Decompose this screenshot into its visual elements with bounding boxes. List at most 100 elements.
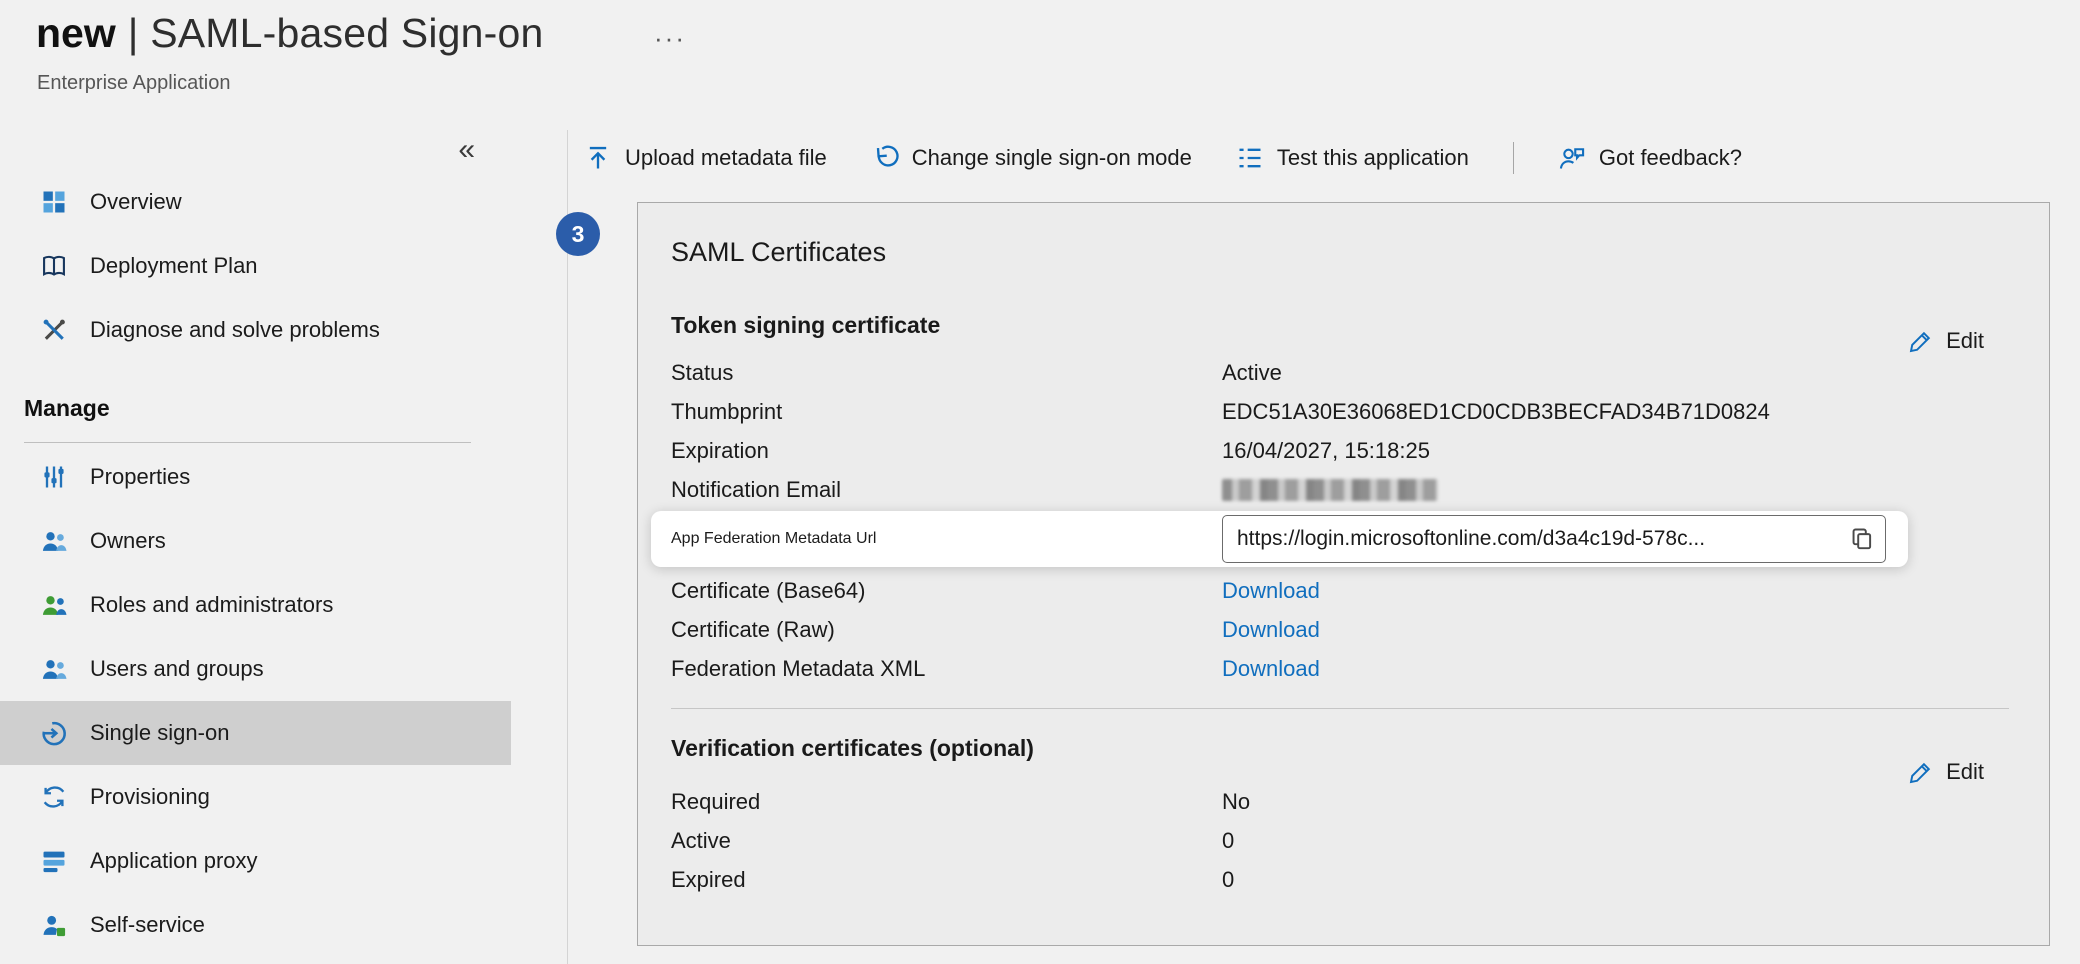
- sidebar-section-manage: Manage: [0, 362, 511, 436]
- sidebar-collapse-row: «: [0, 130, 511, 170]
- card-title: SAML Certificates: [671, 237, 2009, 268]
- download-metadata-xml-link[interactable]: Download: [1222, 656, 1320, 682]
- section-title: Token signing certificate: [671, 312, 2009, 339]
- sidebar-item-users-groups[interactable]: Users and groups: [0, 637, 511, 701]
- users-groups-icon: [40, 655, 68, 683]
- edit-label: Edit: [1946, 759, 1984, 785]
- row-value: No: [1222, 789, 1250, 815]
- sidebar: « Overview Deployment Plan Diagnose and …: [0, 130, 511, 964]
- row-label: App Federation Metadata Url: [671, 530, 1222, 548]
- edit-token-certificate-button[interactable]: Edit: [1908, 328, 1984, 354]
- sidebar-item-self-service[interactable]: Self-service: [0, 893, 511, 957]
- sidebar-item-deployment-plan[interactable]: Deployment Plan: [0, 234, 511, 298]
- toolbar-item-label: Got feedback?: [1599, 145, 1742, 171]
- table-row-active: Active 0: [671, 821, 2009, 860]
- row-label: Thumbprint: [671, 399, 1222, 425]
- copy-icon[interactable]: [1849, 526, 1875, 552]
- change-sso-mode-button[interactable]: Change single sign-on mode: [871, 144, 1192, 172]
- row-label: Expiration: [671, 438, 1222, 464]
- deployment-plan-icon: [40, 252, 68, 280]
- sidebar-item-overview[interactable]: Overview: [0, 170, 511, 234]
- pencil-icon: [1908, 328, 1934, 354]
- row-value: 16/04/2027, 15:18:25: [1222, 438, 1430, 464]
- undo-icon: [871, 144, 899, 172]
- table-row-notification-email: Notification Email: [671, 470, 2009, 509]
- checklist-icon: [1236, 144, 1264, 172]
- sidebar-item-label: Users and groups: [90, 656, 264, 682]
- sidebar-collapse-button[interactable]: «: [452, 134, 481, 166]
- diagnose-icon: [40, 316, 68, 344]
- sidebar-item-label: Overview: [90, 189, 182, 215]
- row-value: EDC51A30E36068ED1CD0CDB3BECFAD34B71D0824: [1222, 399, 1770, 425]
- test-application-button[interactable]: Test this application: [1236, 144, 1469, 172]
- row-label: Certificate (Base64): [671, 578, 1222, 604]
- row-label: Status: [671, 360, 1222, 386]
- overview-icon: [40, 188, 68, 216]
- row-label: Notification Email: [671, 477, 1222, 503]
- toolbar-divider: [1513, 142, 1514, 174]
- sidebar-item-label: Provisioning: [90, 784, 210, 810]
- sidebar-item-owners[interactable]: Owners: [0, 509, 511, 573]
- token-signing-certificate-section: Token signing certificate Edit Status Ac…: [671, 312, 2009, 688]
- sidebar-item-label: Deployment Plan: [90, 253, 258, 279]
- sidebar-item-label: Diagnose and solve problems: [90, 317, 380, 343]
- edit-label: Edit: [1946, 328, 1984, 354]
- sidebar-item-roles-administrators[interactable]: Roles and administrators: [0, 573, 511, 637]
- toolbar-item-label: Test this application: [1277, 145, 1469, 171]
- owners-icon: [40, 527, 68, 555]
- sidebar-item-label: Application proxy: [90, 848, 258, 874]
- page-subtitle: Enterprise Application: [37, 72, 230, 95]
- row-label: Certificate (Raw): [671, 617, 1222, 643]
- download-raw-link[interactable]: Download: [1222, 617, 1320, 643]
- page-header: new | SAML-based Sign-on ··· Enterprise …: [0, 0, 2080, 130]
- application-proxy-icon: [40, 847, 68, 875]
- sidebar-item-provisioning[interactable]: Provisioning: [0, 765, 511, 829]
- blade-title: | SAML-based Sign-on: [128, 10, 544, 57]
- sidebar-item-properties[interactable]: Properties: [0, 445, 511, 509]
- row-label: Required: [671, 789, 1222, 815]
- table-row-thumbprint: Thumbprint EDC51A30E36068ED1CD0CDB3BECFA…: [671, 392, 2009, 431]
- row-value: 0: [1222, 867, 1234, 893]
- table-row-certificate-raw: Certificate (Raw) Download: [671, 610, 2009, 649]
- metadata-url-value: https://login.microsoftonline.com/d3a4c1…: [1237, 527, 1839, 551]
- table-row-certificate-base64: Certificate (Base64) Download: [671, 571, 2009, 610]
- row-value: 0: [1222, 828, 1234, 854]
- page-title: new | SAML-based Sign-on: [36, 10, 544, 57]
- table-row-federation-metadata-xml: Federation Metadata XML Download: [671, 649, 2009, 688]
- toolbar-item-label: Upload metadata file: [625, 145, 827, 171]
- single-sign-on-icon: [40, 719, 68, 747]
- got-feedback-button[interactable]: Got feedback?: [1558, 144, 1742, 172]
- step-number-badge: 3: [556, 212, 600, 256]
- upload-metadata-file-button[interactable]: Upload metadata file: [584, 144, 827, 172]
- row-label: Expired: [671, 867, 1222, 893]
- redacted-email-value: [1222, 479, 1438, 501]
- sidebar-item-diagnose[interactable]: Diagnose and solve problems: [0, 298, 511, 362]
- sidebar-content-divider: [567, 130, 568, 964]
- verification-certificates-section: Verification certificates (optional) Edi…: [671, 708, 2009, 899]
- sidebar-item-application-proxy[interactable]: Application proxy: [0, 829, 511, 893]
- row-value: Active: [1222, 360, 1282, 386]
- header-overflow-menu-button[interactable]: ···: [648, 22, 692, 55]
- edit-verification-certificates-button[interactable]: Edit: [1908, 759, 1984, 785]
- table-row-status: Status Active: [671, 353, 2009, 392]
- sidebar-item-label: Owners: [90, 528, 166, 554]
- table-row-expired: Expired 0: [671, 860, 2009, 899]
- download-base64-link[interactable]: Download: [1222, 578, 1320, 604]
- feedback-icon: [1558, 144, 1586, 172]
- pencil-icon: [1908, 759, 1934, 785]
- section-title: Verification certificates (optional): [671, 735, 2009, 762]
- app-federation-metadata-url-input[interactable]: https://login.microsoftonline.com/d3a4c1…: [1222, 515, 1886, 563]
- roles-icon: [40, 591, 68, 619]
- command-bar: Upload metadata file Change single sign-…: [584, 132, 1742, 184]
- app-name: new: [36, 10, 116, 57]
- sidebar-item-label: Self-service: [90, 912, 205, 938]
- table-row-expiration: Expiration 16/04/2027, 15:18:25: [671, 431, 2009, 470]
- sidebar-item-single-sign-on[interactable]: Single sign-on: [0, 701, 511, 765]
- app-federation-metadata-url-row: App Federation Metadata Url https://logi…: [651, 511, 1908, 567]
- table-row-required: Required No: [671, 782, 2009, 821]
- toolbar-item-label: Change single sign-on mode: [912, 145, 1192, 171]
- provisioning-icon: [40, 783, 68, 811]
- upload-icon: [584, 144, 612, 172]
- sidebar-item-label: Properties: [90, 464, 190, 490]
- sidebar-item-label: Single sign-on: [90, 720, 229, 746]
